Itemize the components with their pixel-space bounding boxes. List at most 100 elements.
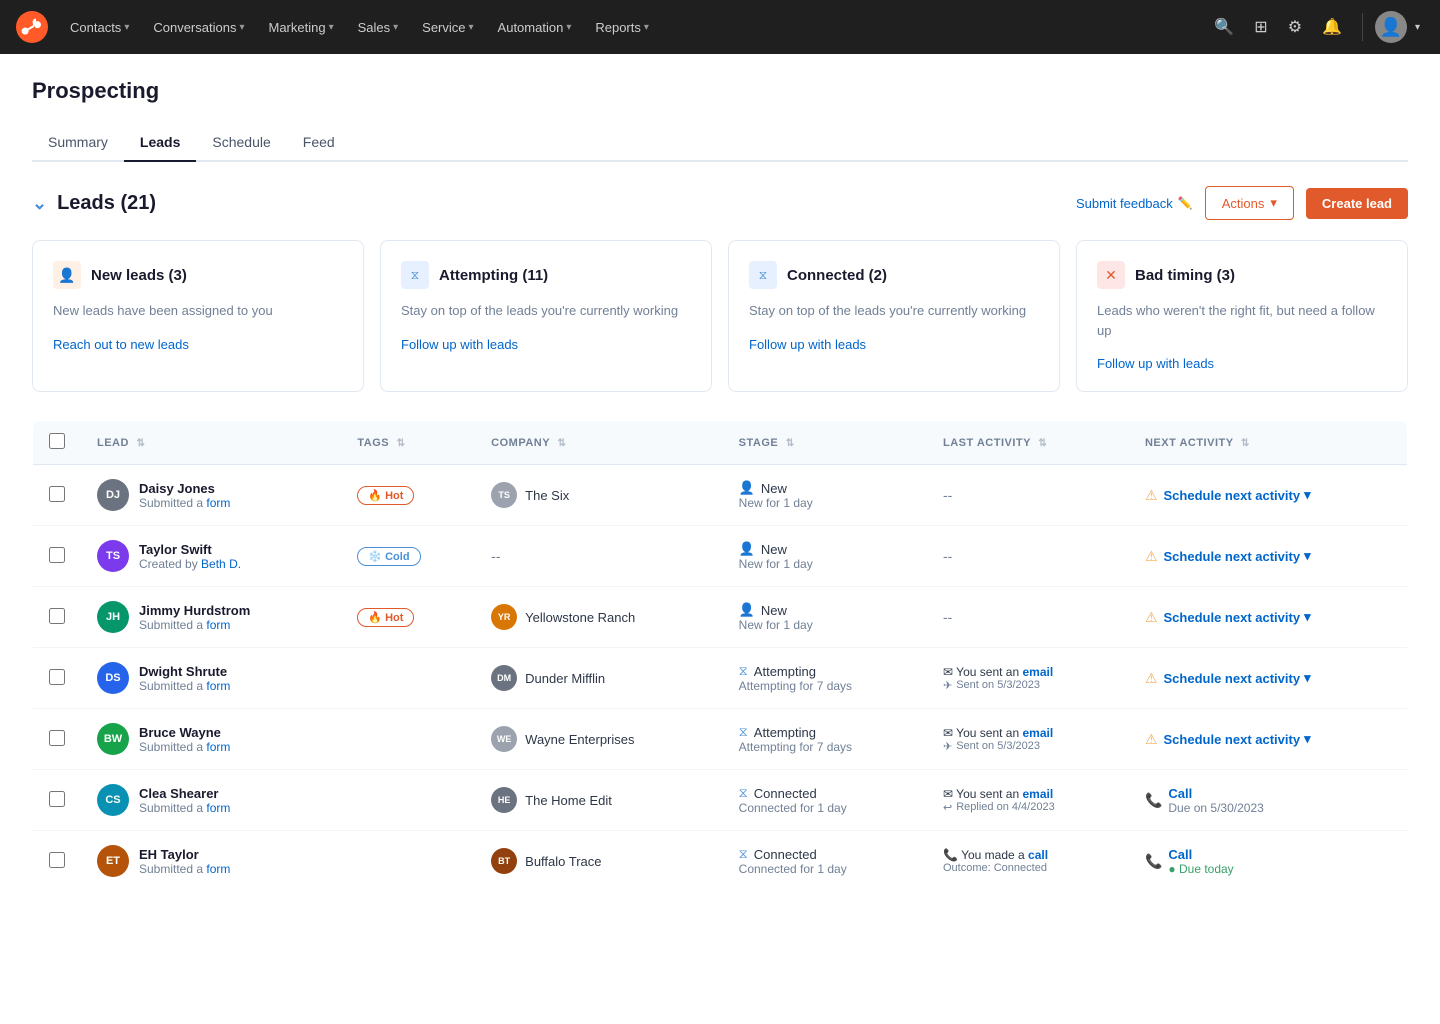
nav-conversations[interactable]: Conversations ▾ [143,14,254,41]
notifications-icon[interactable]: 🔔 [1314,11,1350,43]
reach-out-link[interactable]: Reach out to new leads [53,337,343,352]
email-link[interactable]: email [1022,726,1053,740]
row-checkbox-2[interactable] [49,608,65,624]
company-name[interactable]: Dunder Mifflin [525,671,605,686]
tab-leads[interactable]: Leads [124,124,196,162]
form-link[interactable]: form [206,801,230,815]
email-link[interactable]: email [1022,787,1053,801]
row-checkbox-0[interactable] [49,486,65,502]
next-activity-sort-icon[interactable]: ⇅ [1241,438,1250,449]
lead-name[interactable]: Jimmy Hurdstrom [139,603,250,618]
tags-cell [341,770,475,831]
lead-sort-icon[interactable]: ⇅ [137,438,146,449]
lead-avatar: DS [97,662,129,694]
lead-name[interactable]: Clea Shearer [139,786,230,801]
nav-automation[interactable]: Automation ▾ [488,14,582,41]
lead-name[interactable]: Daisy Jones [139,481,230,496]
settings-icon[interactable]: ⚙ [1280,11,1310,43]
last-activity-cell: -- [927,587,1129,648]
lead-name[interactable]: EH Taylor [139,847,230,862]
schedule-next-activity-btn[interactable]: Schedule next activity ▾ [1164,609,1311,625]
company-name[interactable]: The Home Edit [525,793,612,808]
select-all-checkbox[interactable] [49,433,65,449]
attempting-icon: ⧖ [401,261,429,289]
connected-follow-up-link[interactable]: Follow up with leads [749,337,1039,352]
tab-feed[interactable]: Feed [287,124,351,162]
select-all-header [33,421,82,465]
lead-name[interactable]: Dwight Shrute [139,664,230,679]
lead-name[interactable]: Taylor Swift [139,542,241,557]
schedule-next-activity-btn[interactable]: Schedule next activity ▾ [1164,670,1311,686]
col-company: COMPANY ⇅ [475,421,723,465]
attempting-follow-up-link[interactable]: Follow up with leads [401,337,691,352]
bad-timing-follow-up-link[interactable]: Follow up with leads [1097,356,1387,371]
form-link[interactable]: form [206,679,230,693]
leads-title: ⌄ Leads (21) [32,192,156,215]
marketplace-icon[interactable]: ⊞ [1246,11,1275,43]
company-sort-icon[interactable]: ⇅ [557,438,566,449]
conversations-chevron-icon: ▾ [239,22,244,33]
company-name[interactable]: Wayne Enterprises [525,732,634,747]
leads-collapse-icon[interactable]: ⌄ [32,193,47,214]
tag-cold[interactable]: ❄️ Cold [357,547,420,566]
create-lead-button[interactable]: Create lead [1306,188,1408,219]
row-checkbox-3[interactable] [49,669,65,685]
company-name[interactable]: Buffalo Trace [525,854,601,869]
nav-reports[interactable]: Reports ▾ [585,14,659,41]
row-checkbox-1[interactable] [49,547,65,563]
search-icon[interactable]: 🔍 [1206,11,1242,43]
nav-marketing[interactable]: Marketing ▾ [258,14,343,41]
tab-summary[interactable]: Summary [32,124,124,162]
company-avatar: TS [491,482,517,508]
next-activity-container: ⚠ Schedule next activity ▾ [1145,487,1391,504]
lead-name[interactable]: Bruce Wayne [139,725,230,740]
stage-sort-icon[interactable]: ⇅ [786,438,795,449]
schedule-next-activity-btn[interactable]: Schedule next activity ▾ [1164,548,1311,564]
tags-cell: 🔥 Hot [341,587,475,648]
row-checkbox-5[interactable] [49,791,65,807]
company-name[interactable]: Yellowstone Ranch [525,610,635,625]
nav-contacts[interactable]: Contacts ▾ [60,14,139,41]
warning-icon: ⚠ [1145,670,1158,687]
tag-hot[interactable]: 🔥 Hot [357,608,414,627]
form-link[interactable]: form [206,740,230,754]
company-name[interactable]: The Six [525,488,569,503]
account-chevron-icon[interactable]: ▾ [1411,22,1424,33]
tab-schedule[interactable]: Schedule [196,124,286,162]
company-avatar: YR [491,604,517,630]
warning-icon: ⚠ [1145,548,1158,565]
activity-date: ✈ Sent on 5/3/2023 [943,679,1113,692]
schedule-next-activity-btn[interactable]: Schedule next activity ▾ [1164,731,1311,747]
person-link[interactable]: Beth D. [201,557,241,571]
hubspot-logo[interactable] [16,11,48,43]
nav-sales[interactable]: Sales ▾ [348,14,409,41]
user-avatar[interactable]: 👤 [1375,11,1407,43]
stage-duration: New for 1 day [739,557,911,571]
leads-table: LEAD ⇅ TAGS ⇅ COMPANY ⇅ STAGE ⇅ LAST ACT… [32,420,1408,892]
form-link[interactable]: form [206,862,230,876]
tags-cell: ❄️ Cold [341,526,475,587]
lead-avatar: JH [97,601,129,633]
stage-cell: ⧖ Connected Connected for 1 day [723,770,927,831]
form-link[interactable]: form [206,618,230,632]
tags-sort-icon[interactable]: ⇅ [397,438,406,449]
actions-button[interactable]: Actions ▾ [1205,186,1294,220]
table-row: TS Taylor Swift Created by Beth D. ❄️ Co… [33,526,1408,587]
call-link[interactable]: call [1028,848,1048,862]
row-checkbox-4[interactable] [49,730,65,746]
email-link[interactable]: email [1022,665,1053,679]
form-link[interactable]: form [206,496,230,510]
no-last-activity: -- [943,548,952,564]
company-cell: BT Buffalo Trace [475,831,723,892]
submit-feedback-link[interactable]: Submit feedback ✏️ [1076,196,1193,211]
row-checkbox-6[interactable] [49,852,65,868]
last-activity-sort-icon[interactable]: ⇅ [1038,438,1047,449]
lead-source: Submitted a form [139,618,250,632]
call-due-label[interactable]: Call [1168,847,1233,862]
lead-cell: CS Clea Shearer Submitted a form [81,770,341,831]
tag-hot[interactable]: 🔥 Hot [357,486,414,505]
nav-service[interactable]: Service ▾ [412,14,483,41]
col-tags: TAGS ⇅ [341,421,475,465]
call-label[interactable]: Call [1168,786,1263,801]
schedule-next-activity-btn[interactable]: Schedule next activity ▾ [1164,487,1311,503]
